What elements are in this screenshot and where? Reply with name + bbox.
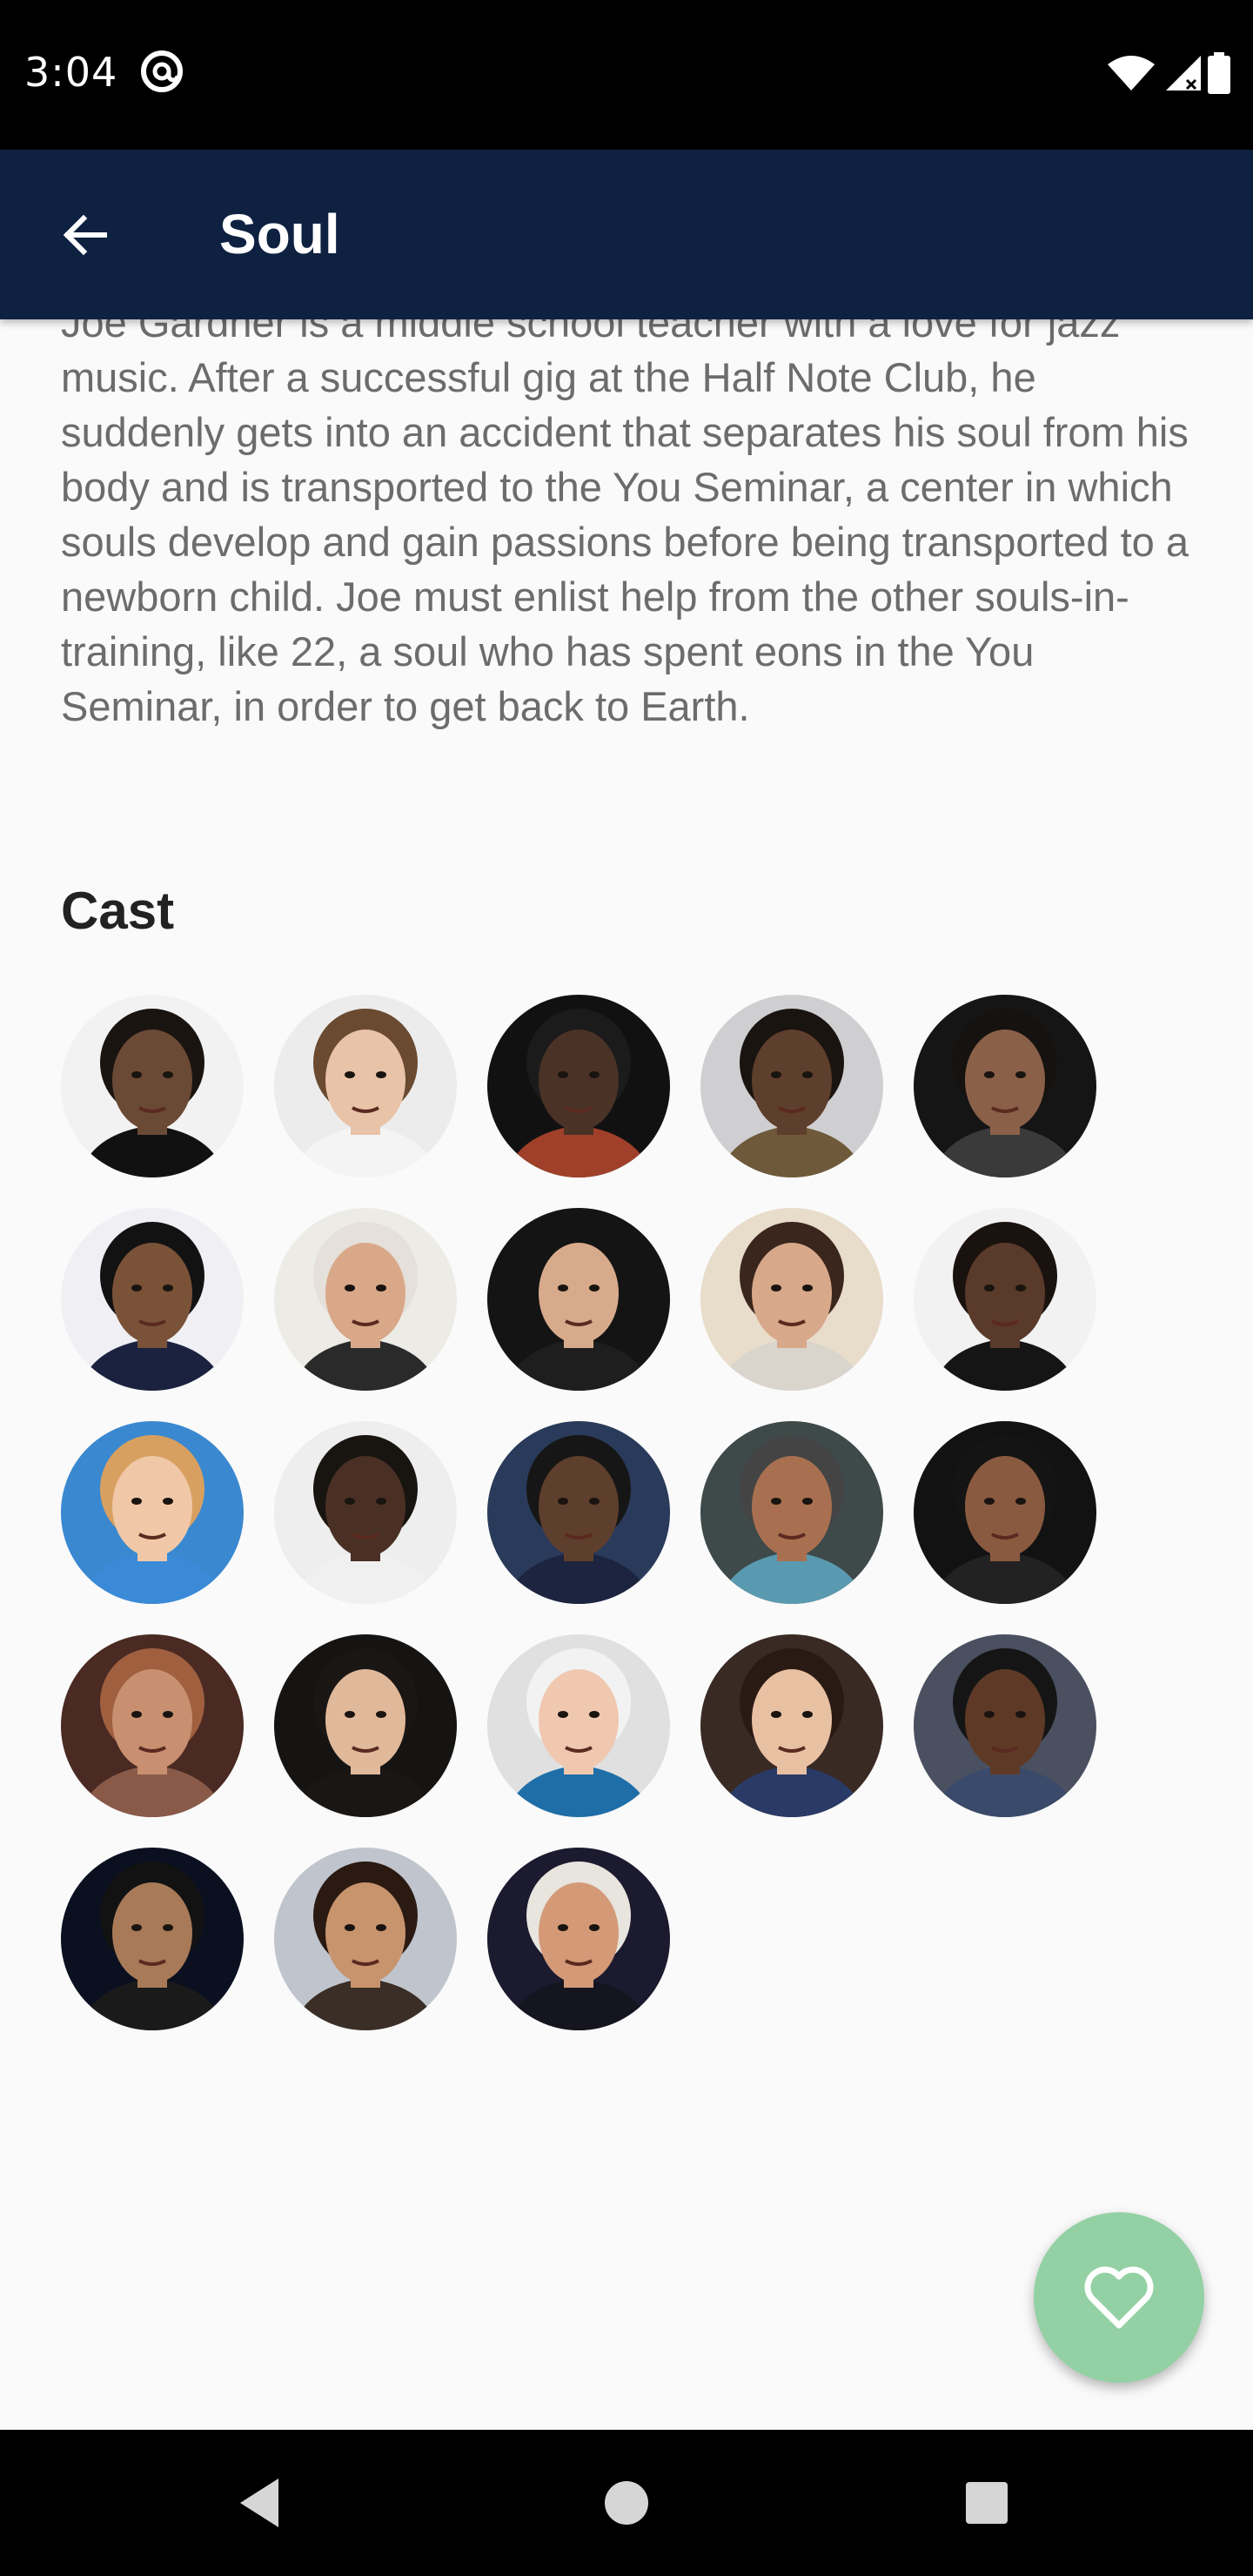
cast-member-avatar[interactable] — [61, 995, 244, 1177]
cast-member-avatar[interactable] — [274, 995, 457, 1177]
cast-member-avatar[interactable] — [61, 1848, 244, 2030]
app-bar: Soul — [0, 150, 1253, 319]
cast-member-avatar[interactable] — [61, 1208, 244, 1391]
cast-photo — [61, 995, 244, 1177]
cast-member-avatar[interactable] — [274, 1208, 457, 1391]
cast-photo — [914, 1421, 1096, 1604]
cast-member-avatar[interactable] — [700, 995, 883, 1177]
cast-photo — [274, 1208, 457, 1391]
favorite-button[interactable] — [1034, 2212, 1204, 2383]
cast-photo — [61, 1848, 244, 2030]
cast-member-avatar[interactable] — [487, 1421, 670, 1604]
cast-member-avatar[interactable] — [914, 1634, 1096, 1817]
battery-icon — [1206, 52, 1232, 94]
back-triangle-icon — [240, 2479, 278, 2527]
cast-photo — [700, 995, 883, 1177]
cast-member-avatar[interactable] — [274, 1848, 457, 2030]
cast-photo — [274, 1848, 457, 2030]
recents-square-icon — [966, 2482, 1008, 2524]
cast-photo — [487, 995, 670, 1177]
heart-icon — [1084, 2266, 1154, 2329]
cast-member-avatar[interactable] — [61, 1634, 244, 1817]
cast-member-avatar[interactable] — [274, 1634, 457, 1817]
cast-photo — [274, 1421, 457, 1604]
system-nav-bar — [0, 2430, 1253, 2576]
movie-details-content[interactable]: Joe Gardner is a middle school teacher w… — [0, 319, 1253, 2430]
signal-icon — [1161, 56, 1206, 91]
cast-photo — [914, 995, 1096, 1177]
home-circle-icon — [605, 2481, 648, 2525]
overview-text: Joe Gardner is a middle school teacher w… — [61, 319, 1189, 729]
cast-member-avatar[interactable] — [274, 1421, 457, 1604]
cast-member-avatar[interactable] — [487, 995, 670, 1177]
back-button[interactable] — [44, 193, 127, 277]
cast-member-avatar[interactable] — [487, 1208, 670, 1391]
cast-photo — [487, 1208, 670, 1391]
cast-member-avatar[interactable] — [700, 1634, 883, 1817]
wifi-icon — [1106, 56, 1160, 91]
cast-member-avatar[interactable] — [487, 1848, 670, 2030]
cast-photo — [487, 1634, 670, 1817]
cast-photo — [914, 1208, 1096, 1391]
page-title: Soul — [219, 203, 340, 265]
cast-member-avatar[interactable] — [914, 1208, 1096, 1391]
status-icons — [1106, 52, 1232, 96]
cast-member-avatar[interactable] — [487, 1634, 670, 1817]
cast-photo — [61, 1634, 244, 1817]
cast-photo — [914, 1634, 1096, 1817]
cast-photo — [700, 1634, 883, 1817]
cast-member-avatar[interactable] — [700, 1208, 883, 1391]
cast-photo — [61, 1208, 244, 1391]
status-bar: 3:04 — [0, 0, 1253, 150]
cast-photo — [700, 1421, 883, 1604]
cast-photo — [487, 1421, 670, 1604]
cast-member-avatar[interactable] — [700, 1421, 883, 1604]
cast-heading: Cast — [61, 882, 175, 940]
nav-recents-button[interactable] — [952, 2468, 1022, 2538]
cast-photo — [274, 1634, 457, 1817]
nav-home-button[interactable] — [592, 2468, 661, 2538]
cast-member-avatar[interactable] — [914, 995, 1096, 1177]
cast-member-avatar[interactable] — [914, 1421, 1096, 1604]
at-sign-icon — [139, 49, 184, 94]
status-time: 3:04 — [24, 49, 118, 96]
arrow-back-icon — [63, 214, 107, 256]
nav-back-button[interactable] — [226, 2468, 296, 2538]
cast-photo — [274, 995, 457, 1177]
cast-photo — [487, 1848, 670, 2030]
cast-member-avatar[interactable] — [61, 1421, 244, 1604]
cast-photo — [700, 1208, 883, 1391]
cast-photo — [61, 1421, 244, 1604]
